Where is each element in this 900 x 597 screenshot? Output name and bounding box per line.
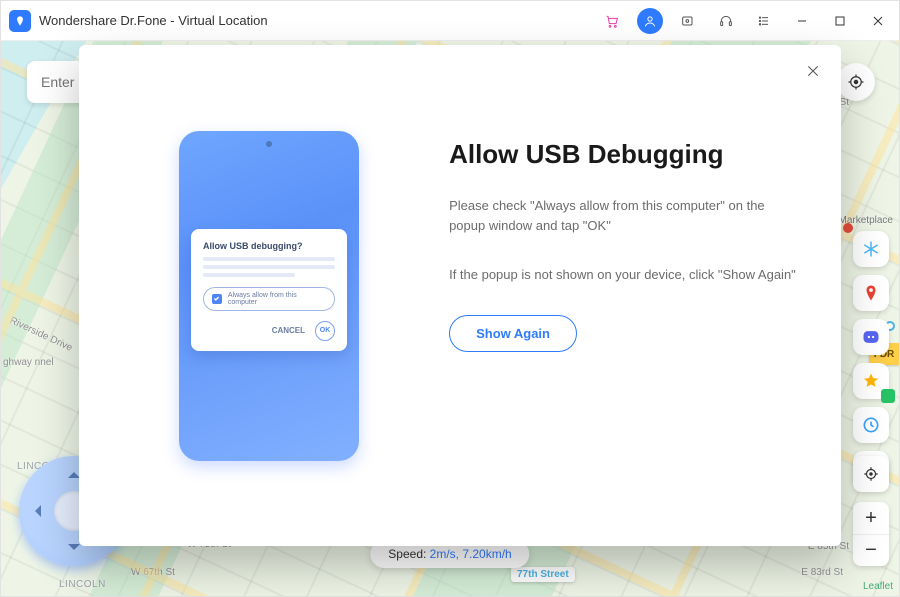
- modal-instructions-1: Please check "Always allow from this com…: [449, 196, 801, 235]
- google-maps-icon[interactable]: [853, 275, 889, 311]
- modal-instructions-2: If the popup is not shown on your device…: [449, 265, 801, 285]
- phone-mockup: Allow USB debugging? Always allow from t…: [179, 131, 359, 461]
- map-poi-marker: [843, 223, 853, 233]
- close-window-button[interactable]: [865, 8, 891, 34]
- cart-icon[interactable]: [599, 8, 625, 34]
- menu-list-icon[interactable]: [751, 8, 777, 34]
- phone-dialog-cancel: CANCEL: [272, 326, 305, 335]
- snowflake-icon[interactable]: [853, 231, 889, 267]
- zoom-out-button[interactable]: −: [853, 534, 889, 566]
- app-title: Wondershare Dr.Fone - Virtual Location: [39, 13, 268, 28]
- phone-dialog-ok: OK: [315, 321, 335, 341]
- speed-label: Speed:: [388, 547, 426, 561]
- usb-debugging-modal: Allow USB debugging? Always allow from t…: [79, 45, 841, 546]
- phone-dialog: Allow USB debugging? Always allow from t…: [191, 229, 347, 351]
- app-logo-icon: [9, 10, 31, 32]
- map-controls: + −: [853, 456, 889, 566]
- phone-dialog-title: Allow USB debugging?: [203, 241, 335, 251]
- minimize-button[interactable]: [789, 8, 815, 34]
- modal-title: Allow USB Debugging: [449, 139, 801, 170]
- map-label: E 83rd St: [801, 567, 843, 578]
- map-label: Riverside Drive: [8, 315, 74, 354]
- phone-dialog-checkbox-label: Always allow from this computer: [228, 292, 326, 306]
- phone-dialog-checkbox: Always allow from this computer: [203, 287, 335, 311]
- modal-content: Allow USB Debugging Please check "Always…: [419, 105, 801, 486]
- modal-close-button[interactable]: [799, 57, 827, 85]
- center-location-button[interactable]: [853, 456, 889, 492]
- speed-value: 2m/s, 7.20km/h: [430, 547, 512, 561]
- map-attribution: Leaflet: [863, 581, 893, 592]
- support-headset-icon[interactable]: [713, 8, 739, 34]
- mode-crosshair-button[interactable]: [837, 63, 875, 101]
- clock-history-icon[interactable]: [853, 407, 889, 443]
- station-77th-label: 77th Street: [511, 567, 575, 582]
- zoom-in-button[interactable]: +: [853, 502, 889, 534]
- star-favorites-icon[interactable]: [853, 363, 889, 399]
- title-bar: Wondershare Dr.Fone - Virtual Location: [1, 1, 899, 41]
- map-label: W 67th St: [131, 567, 175, 578]
- maximize-button[interactable]: [827, 8, 853, 34]
- map-label: ghway nnel: [3, 357, 54, 368]
- side-rail: [853, 231, 889, 487]
- show-again-button[interactable]: Show Again: [449, 315, 577, 352]
- zoom-controls: + −: [853, 502, 889, 566]
- modal-illustration: Allow USB debugging? Always allow from t…: [119, 105, 419, 486]
- titlebar-actions: [599, 8, 891, 34]
- screen-record-icon[interactable]: [675, 8, 701, 34]
- checkbox-checked-icon: [212, 294, 222, 304]
- discord-icon[interactable]: [853, 319, 889, 355]
- user-icon[interactable]: [637, 8, 663, 34]
- app-window: Wondershare Dr.Fone - Virtual Location L…: [0, 0, 900, 597]
- map-label: LINCOLN: [59, 579, 106, 590]
